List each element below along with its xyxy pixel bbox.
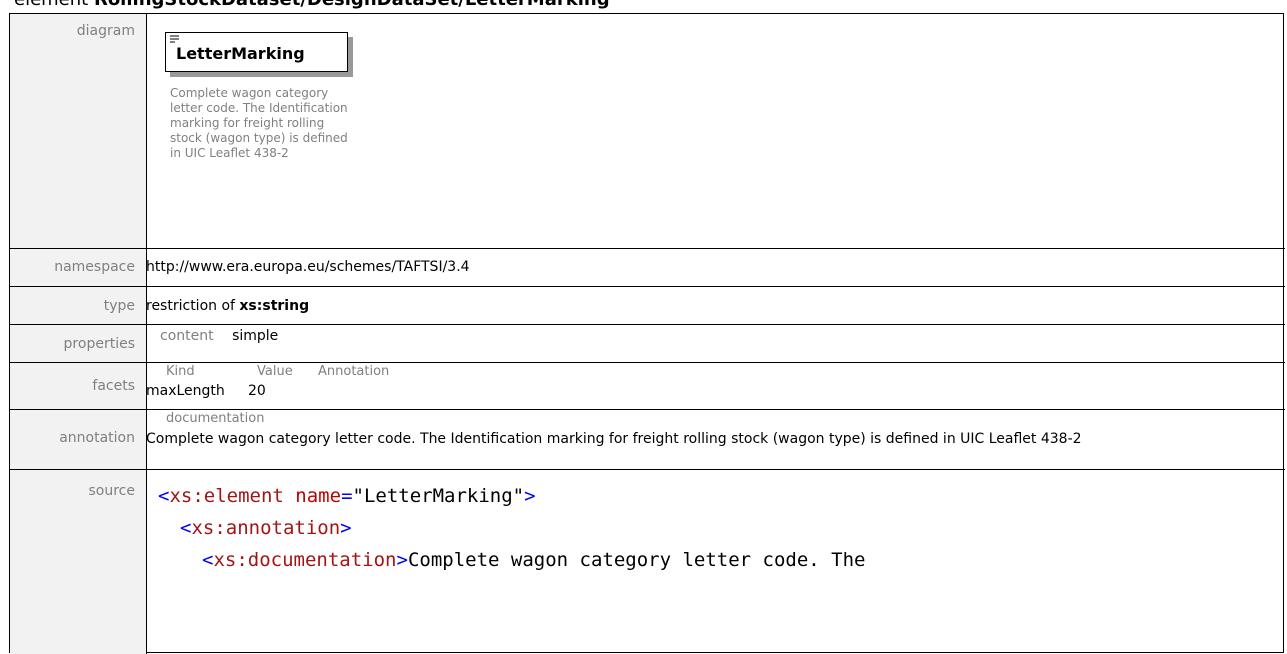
facets-header-kind: Kind [166, 364, 195, 379]
diagram-element-title: LetterMarking [176, 44, 305, 63]
properties-row: content simple [160, 326, 278, 346]
source-line-2: <xs:annotation> [180, 517, 352, 539]
type-prefix: restriction of [146, 298, 240, 314]
annotation-text: Complete wagon category letter code. The… [146, 431, 1082, 447]
namespace-value: http://www.era.europa.eu/schemes/TAFTSI/… [146, 259, 470, 275]
facets-header-value: Value [257, 364, 293, 379]
facets-value: 20 [248, 383, 266, 399]
source-line-1: <xs:element name="LetterMarking"> [158, 485, 536, 507]
type-base[interactable]: xs:string [239, 298, 309, 314]
label-properties: properties [10, 325, 146, 362]
properties-key: content [160, 328, 214, 344]
label-annotation: annotation [10, 410, 146, 469]
row-divider [10, 469, 1285, 470]
label-source: source [10, 470, 146, 654]
row-divider [10, 286, 1285, 287]
row-divider [10, 362, 1285, 363]
heading-path: RollingStockDataset/DesignDataSet/Letter… [94, 0, 610, 10]
row-divider [10, 324, 1285, 325]
label-diagram: diagram [10, 14, 146, 248]
row-divider [10, 248, 1285, 249]
label-facets: facets [10, 363, 146, 409]
facets-kind: maxLength [146, 383, 225, 399]
diagram-description: Complete wagon category letter code. The… [170, 86, 348, 160]
facets-header-annotation: Annotation [318, 364, 390, 379]
properties-value: simple [232, 328, 279, 344]
column-divider [146, 14, 147, 654]
source-line-3: <xs:documentation>Complete wagon categor… [202, 549, 866, 571]
annotation-sublabel: documentation [166, 411, 265, 426]
page-heading: element RollingStockDataset/DesignDataSe… [14, 0, 610, 12]
label-namespace: namespace [10, 249, 146, 286]
type-value: restriction of xs:string [146, 296, 309, 316]
heading-prefix: element [14, 0, 94, 10]
label-type: type [10, 287, 146, 324]
